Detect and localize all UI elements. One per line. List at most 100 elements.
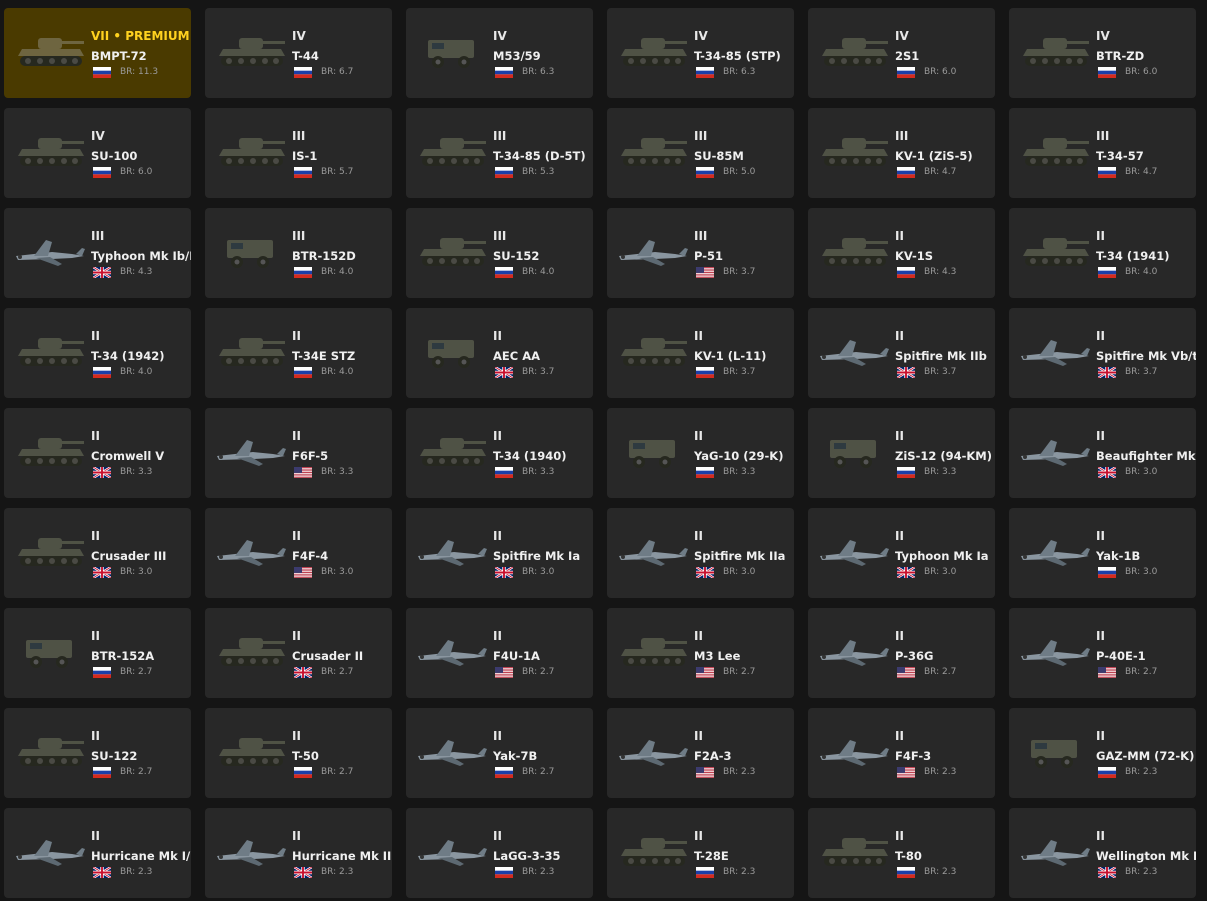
vehicle-card[interactable]: II Hurricane Mk IIB/Trop BR: 2.3 [205, 808, 392, 898]
vehicle-card[interactable]: IV T-34-85 (STP) BR: 6.3 [607, 8, 794, 98]
vehicle-card[interactable]: III BTR-152D BR: 4.0 [205, 208, 392, 298]
vehicle-card[interactable]: III IS-1 BR: 5.7 [205, 108, 392, 198]
vehicle-card[interactable]: IV T-44 BR: 6.7 [205, 8, 392, 98]
vehicle-card[interactable]: II Wellington Mk Ic BR: 2.3 [1009, 808, 1196, 898]
vehicle-card[interactable]: II BTR-152A BR: 2.7 [4, 608, 191, 698]
battle-rating: BR: 2.3 [924, 767, 957, 777]
vehicle-card[interactable]: II KV-1 (L-11) BR: 3.7 [607, 308, 794, 398]
vehicle-card[interactable]: II Crusader III BR: 3.0 [4, 508, 191, 598]
vehicle-info: IV BTR-ZD BR: 6.0 [1096, 28, 1196, 79]
plane-thumbnail [414, 830, 492, 874]
vehicle-card[interactable]: II T-34 (1942) BR: 4.0 [4, 308, 191, 398]
vehicle-card[interactable]: III T-34-85 (D-5T) BR: 5.3 [406, 108, 593, 198]
vehicle-name: T-44 [292, 49, 319, 63]
vehicle-card[interactable]: II T-50 BR: 2.7 [205, 708, 392, 798]
vehicle-info: IV SU-100 BR: 6.0 [91, 128, 191, 179]
vehicle-card[interactable]: III SU-152 BR: 4.0 [406, 208, 593, 298]
flag-ussr-icon [294, 266, 312, 278]
vehicle-info: II P-40E-1 BR: 2.7 [1096, 628, 1196, 679]
vehicle-card[interactable]: II Beaufighter Mk VI BR: 3.0 [1009, 408, 1196, 498]
vehicle-card[interactable]: II F4U-1A BR: 2.7 [406, 608, 593, 698]
battle-rating: BR: 3.3 [924, 467, 957, 477]
vehicle-card[interactable]: IV SU-100 BR: 6.0 [4, 108, 191, 198]
vehicle-meta: BR: 2.7 [91, 665, 191, 679]
vehicle-card[interactable]: II Cromwell V BR: 3.3 [4, 408, 191, 498]
vehicle-card[interactable]: II T-28E BR: 2.3 [607, 808, 794, 898]
vehicle-card[interactable]: II Yak-1B BR: 3.0 [1009, 508, 1196, 598]
vehicle-card[interactable]: III KV-1 (ZiS-5) BR: 4.7 [808, 108, 995, 198]
vehicle-info: IV 2S1 BR: 6.0 [895, 28, 995, 79]
vehicle-info: II GAZ-MM (72-K) BR: 2.3 [1096, 728, 1196, 779]
vehicle-name: SU-85M [694, 149, 744, 163]
vehicle-card[interactable]: II M3 Lee BR: 2.7 [607, 608, 794, 698]
flag-uk-icon [897, 566, 915, 578]
vehicle-meta: BR: 3.3 [91, 465, 191, 479]
battle-rating: BR: 2.3 [321, 867, 354, 877]
vehicle-tier: II [493, 829, 502, 843]
vehicle-tier: II [895, 729, 904, 743]
vehicle-card[interactable]: II ZiS-12 (94-KM) BR: 3.3 [808, 408, 995, 498]
vehicle-card[interactable]: II Spitfire Mk IIb BR: 3.7 [808, 308, 995, 398]
vehicle-card[interactable]: III Typhoon Mk Ib/L BR: 4.3 [4, 208, 191, 298]
vehicle-card[interactable]: II Spitfire Mk Ia BR: 3.0 [406, 508, 593, 598]
vehicle-card[interactable]: VII • PREMIUM BMPT-72 BR: 11.3 [4, 8, 191, 98]
battle-rating: BR: 2.3 [723, 767, 756, 777]
vehicle-name: Spitfire Mk Ia [493, 549, 581, 563]
flag-ussr-icon [495, 266, 513, 278]
vehicle-card[interactable]: II T-34E STZ BR: 4.0 [205, 308, 392, 398]
vehicle-card[interactable]: II T-34 (1940) BR: 3.3 [406, 408, 593, 498]
vehicle-tier: II [493, 529, 502, 543]
vehicle-card[interactable]: II Spitfire Mk IIa BR: 3.0 [607, 508, 794, 598]
vehicle-card[interactable]: III SU-85M BR: 5.0 [607, 108, 794, 198]
vehicle-card[interactable]: II LaGG-3-35 BR: 2.3 [406, 808, 593, 898]
plane-thumbnail [213, 430, 291, 474]
vehicle-meta: BR: 5.3 [493, 165, 593, 179]
vehicle-card[interactable]: II Yak-7B BR: 2.7 [406, 708, 593, 798]
vehicle-card[interactable]: II P-36G BR: 2.7 [808, 608, 995, 698]
vehicle-tier: II [91, 829, 100, 843]
vehicle-meta: BR: 3.0 [493, 565, 593, 579]
vehicle-name: F4U-1A [493, 649, 540, 663]
vehicle-card[interactable]: II Crusader II BR: 2.7 [205, 608, 392, 698]
vehicle-card[interactable]: II AEC AA BR: 3.7 [406, 308, 593, 398]
vehicle-info: II Spitfire Mk Vb/tro BR: 3.7 [1096, 328, 1196, 379]
vehicle-tier: IV [493, 29, 507, 43]
vehicle-card[interactable]: IV BTR-ZD BR: 6.0 [1009, 8, 1196, 98]
vehicle-card[interactable]: II Hurricane Mk I/L BR: 2.3 [4, 808, 191, 898]
vehicle-name: ZiS-12 (94-KM) [895, 449, 992, 463]
vehicle-card[interactable]: II F2A-3 BR: 2.3 [607, 708, 794, 798]
battle-rating: BR: 3.7 [924, 367, 957, 377]
vehicle-tier: IV [1096, 29, 1110, 43]
vehicle-card[interactable]: II F4F-3 BR: 2.3 [808, 708, 995, 798]
vehicle-info: II F6F-5 BR: 3.3 [292, 428, 392, 479]
vehicle-card[interactable]: II Typhoon Mk Ia BR: 3.0 [808, 508, 995, 598]
vehicle-info: IV T-44 BR: 6.7 [292, 28, 392, 79]
vehicle-tier: III [292, 229, 306, 243]
vehicle-card[interactable]: IV M53/59 BR: 6.3 [406, 8, 593, 98]
vehicle-card[interactable]: II P-40E-1 BR: 2.7 [1009, 608, 1196, 698]
flag-ussr-icon [495, 166, 513, 178]
tank-thumbnail [213, 130, 291, 174]
tank-thumbnail [12, 430, 90, 474]
vehicle-info: II KV-1S BR: 4.3 [895, 228, 995, 279]
vehicle-card[interactable]: II SU-122 BR: 2.7 [4, 708, 191, 798]
vehicle-card[interactable]: II GAZ-MM (72-K) BR: 2.3 [1009, 708, 1196, 798]
plane-thumbnail [1017, 330, 1095, 374]
vehicle-card[interactable]: III P-51 BR: 3.7 [607, 208, 794, 298]
vehicle-card[interactable]: II YaG-10 (29-K) BR: 3.3 [607, 408, 794, 498]
vehicle-card[interactable]: II KV-1S BR: 4.3 [808, 208, 995, 298]
vehicle-tier: II [493, 329, 502, 343]
vehicle-info: II AEC AA BR: 3.7 [493, 328, 593, 379]
vehicle-card[interactable]: II F4F-4 BR: 3.0 [205, 508, 392, 598]
vehicle-name: P-36G [895, 649, 934, 663]
vehicle-card[interactable]: II F6F-5 BR: 3.3 [205, 408, 392, 498]
vehicle-card[interactable]: II T-80 BR: 2.3 [808, 808, 995, 898]
vehicle-card[interactable]: II T-34 (1941) BR: 4.0 [1009, 208, 1196, 298]
flag-ussr-icon [897, 266, 915, 278]
vehicle-card[interactable]: II Spitfire Mk Vb/tro BR: 3.7 [1009, 308, 1196, 398]
flag-ussr-icon [897, 166, 915, 178]
vehicle-card[interactable]: III T-34-57 BR: 4.7 [1009, 108, 1196, 198]
vehicle-card[interactable]: IV 2S1 BR: 6.0 [808, 8, 995, 98]
vehicle-tier: III [493, 229, 507, 243]
battle-rating: BR: 5.7 [321, 167, 354, 177]
